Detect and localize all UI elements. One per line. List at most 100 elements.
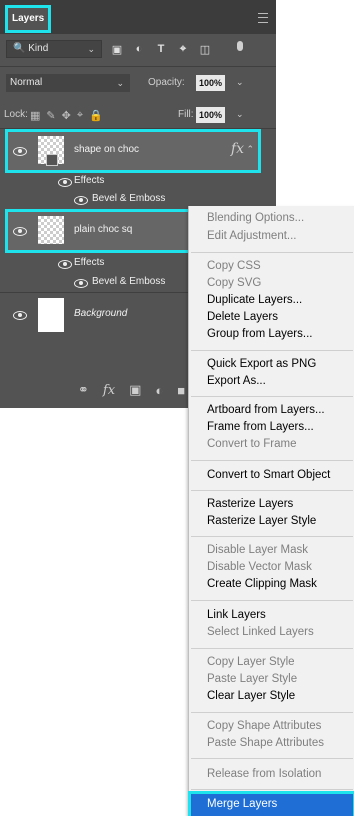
menu-separator — [191, 350, 353, 351]
menu-item-rasterize-layers[interactable]: Rasterize Layers — [207, 498, 293, 510]
search-icon: 🔍 — [13, 43, 26, 54]
menu-item-frame-from-layers[interactable]: Frame from Layers... — [207, 421, 314, 433]
layer-row-shape-on-choc[interactable]: shape on choc fx ⌃ — [5, 129, 261, 173]
lock-all-icon[interactable]: 🔒 — [89, 109, 103, 122]
menu-item-copy-shape-attributes[interactable]: Copy Shape Attributes — [207, 720, 321, 732]
visibility-eye-icon[interactable] — [13, 147, 27, 156]
fill-chevron-icon[interactable]: ⌄ — [236, 109, 244, 120]
menu-item-paste-layer-style[interactable]: Paste Layer Style — [207, 673, 297, 685]
menu-item-paste-shape-attributes[interactable]: Paste Shape Attributes — [207, 737, 324, 749]
pixel-layer-filter-icon[interactable]: ▣ — [108, 40, 126, 58]
lock-transparent-pixels-icon[interactable]: ▦ — [30, 109, 40, 122]
fill-field[interactable]: 100% — [196, 107, 226, 123]
visibility-eye-icon[interactable] — [13, 311, 27, 320]
menu-item-disable-layer-mask[interactable]: Disable Layer Mask — [207, 544, 308, 556]
shape-layer-filter-icon[interactable]: ⌖ — [174, 40, 192, 58]
menu-item-copy-css[interactable]: Copy CSS — [207, 260, 261, 272]
filter-toggle-icon[interactable] — [236, 39, 244, 57]
chevron-down-icon: ⌄ — [87, 44, 95, 54]
layer-thumbnail — [38, 216, 64, 244]
menu-item-convert-to-frame[interactable]: Convert to Frame — [207, 438, 296, 450]
menu-item-clear-layer-style[interactable]: Clear Layer Style — [207, 690, 295, 702]
panel-header: Layers — [0, 0, 276, 34]
new-adjustment-layer-icon[interactable]: ◐ — [155, 383, 163, 398]
layer-name[interactable]: Background — [74, 308, 127, 319]
chevron-down-icon: ⌄ — [116, 78, 124, 88]
opacity-field[interactable]: 100% — [196, 75, 226, 91]
menu-item-group-from-layers[interactable]: Group from Layers... — [207, 328, 312, 340]
menu-item-artboard-from-layers[interactable]: Artboard from Layers... — [207, 404, 325, 416]
menu-separator — [191, 758, 353, 759]
opacity-label: Opacity: — [148, 77, 185, 88]
menu-item-copy-layer-style[interactable]: Copy Layer Style — [207, 656, 295, 668]
blend-row: Normal ⌄ Opacity: 100% ⌄ — [0, 72, 276, 94]
effects-label[interactable]: Effects — [74, 257, 104, 268]
menu-item-select-linked-layers[interactable]: Select Linked Layers — [207, 626, 314, 638]
vector-mask-icon — [46, 154, 58, 166]
adjustment-layer-filter-icon[interactable]: ◐ — [130, 40, 148, 58]
layers-tab[interactable]: Layers — [4, 5, 52, 33]
menu-item-rasterize-layer-style[interactable]: Rasterize Layer Style — [207, 515, 316, 527]
menu-item-copy-svg[interactable]: Copy SVG — [207, 277, 261, 289]
visibility-eye-icon[interactable] — [13, 227, 27, 236]
effects-eye-icon[interactable] — [58, 178, 72, 187]
lock-position-icon[interactable]: ✥ — [62, 109, 71, 122]
divider — [0, 128, 276, 129]
expand-effects-chevron-icon[interactable]: ⌃ — [246, 144, 254, 155]
menu-separator — [191, 536, 353, 537]
menu-item-blending-options[interactable]: Blending Options... — [207, 212, 304, 224]
add-layer-style-icon[interactable]: fx — [103, 383, 115, 398]
fx-icon[interactable]: fx — [231, 141, 244, 157]
menu-separator — [191, 648, 353, 649]
effects-label[interactable]: Effects — [74, 175, 104, 186]
menu-item-quick-export-png[interactable]: Quick Export as PNG — [207, 358, 316, 370]
bottom-icons: ⚭ fx ▣ ◐ ■ — [78, 382, 185, 398]
menu-item-disable-vector-mask[interactable]: Disable Vector Mask — [207, 561, 312, 573]
type-layer-filter-icon[interactable]: T — [152, 40, 170, 58]
panel-menu-icon[interactable] — [258, 13, 268, 23]
bevel-emboss-eye-icon[interactable] — [74, 196, 88, 205]
blend-mode-select[interactable]: Normal ⌄ — [6, 74, 130, 92]
kind-filter-select[interactable]: 🔍 Kind ⌄ — [6, 40, 102, 58]
menu-item-link-layers[interactable]: Link Layers — [207, 609, 266, 621]
opacity-chevron-icon[interactable]: ⌄ — [236, 77, 244, 88]
menu-separator — [191, 789, 353, 790]
lock-label: Lock: — [4, 109, 28, 120]
menu-separator — [191, 712, 353, 713]
menu-separator — [191, 490, 353, 491]
add-mask-icon[interactable]: ▣ — [129, 382, 141, 398]
new-group-icon[interactable]: ■ — [177, 383, 185, 398]
effect-bevel-emboss[interactable]: Bevel & Emboss — [92, 276, 165, 287]
bevel-emboss-eye-icon[interactable] — [74, 279, 88, 288]
menu-separator — [191, 600, 353, 601]
kind-label: Kind — [28, 43, 49, 54]
lock-icons: ▦ ✎ ✥ ⌖ 🔒 — [30, 106, 103, 124]
menu-item-release-from-isolation[interactable]: Release from Isolation — [207, 768, 321, 780]
menu-item-duplicate-layers[interactable]: Duplicate Layers... — [207, 294, 302, 306]
menu-item-convert-to-smart-object[interactable]: Convert to Smart Object — [207, 469, 330, 481]
filter-icons: ▣ ◐ T ⌖ ◫ — [108, 40, 214, 58]
fill-label: Fill: — [178, 109, 194, 120]
menu-item-create-clipping-mask[interactable]: Create Clipping Mask — [207, 578, 317, 590]
menu-separator — [191, 396, 353, 397]
lock-image-pixels-icon[interactable]: ✎ — [46, 109, 55, 122]
link-layers-icon[interactable]: ⚭ — [78, 382, 89, 398]
effect-bevel-emboss[interactable]: Bevel & Emboss — [92, 193, 165, 204]
menu-separator — [191, 252, 353, 253]
menu-item-edit-adjustment[interactable]: Edit Adjustment... — [207, 230, 297, 242]
divider — [0, 66, 276, 67]
effects-eye-icon[interactable] — [58, 260, 72, 269]
lock-row: Lock: ▦ ✎ ✥ ⌖ 🔒 Fill: 100% ⌄ — [0, 104, 276, 126]
layer-name[interactable]: shape on choc — [74, 144, 139, 155]
menu-separator — [191, 460, 353, 461]
layer-name[interactable]: plain choc sq — [74, 224, 132, 235]
blend-mode-value: Normal — [10, 77, 43, 88]
context-menu: Blending Options... Edit Adjustment... C… — [188, 206, 354, 816]
menu-item-delete-layers[interactable]: Delete Layers — [207, 311, 278, 323]
menu-item-merge-layers[interactable]: Merge Layers — [188, 791, 354, 816]
filter-row: 🔍 Kind ⌄ ▣ ◐ T ⌖ ◫ — [0, 38, 276, 62]
merge-layers-label: Merge Layers — [207, 798, 278, 810]
smart-object-filter-icon[interactable]: ◫ — [196, 40, 214, 58]
lock-artboard-icon[interactable]: ⌖ — [77, 109, 83, 122]
menu-item-export-as[interactable]: Export As... — [207, 375, 266, 387]
